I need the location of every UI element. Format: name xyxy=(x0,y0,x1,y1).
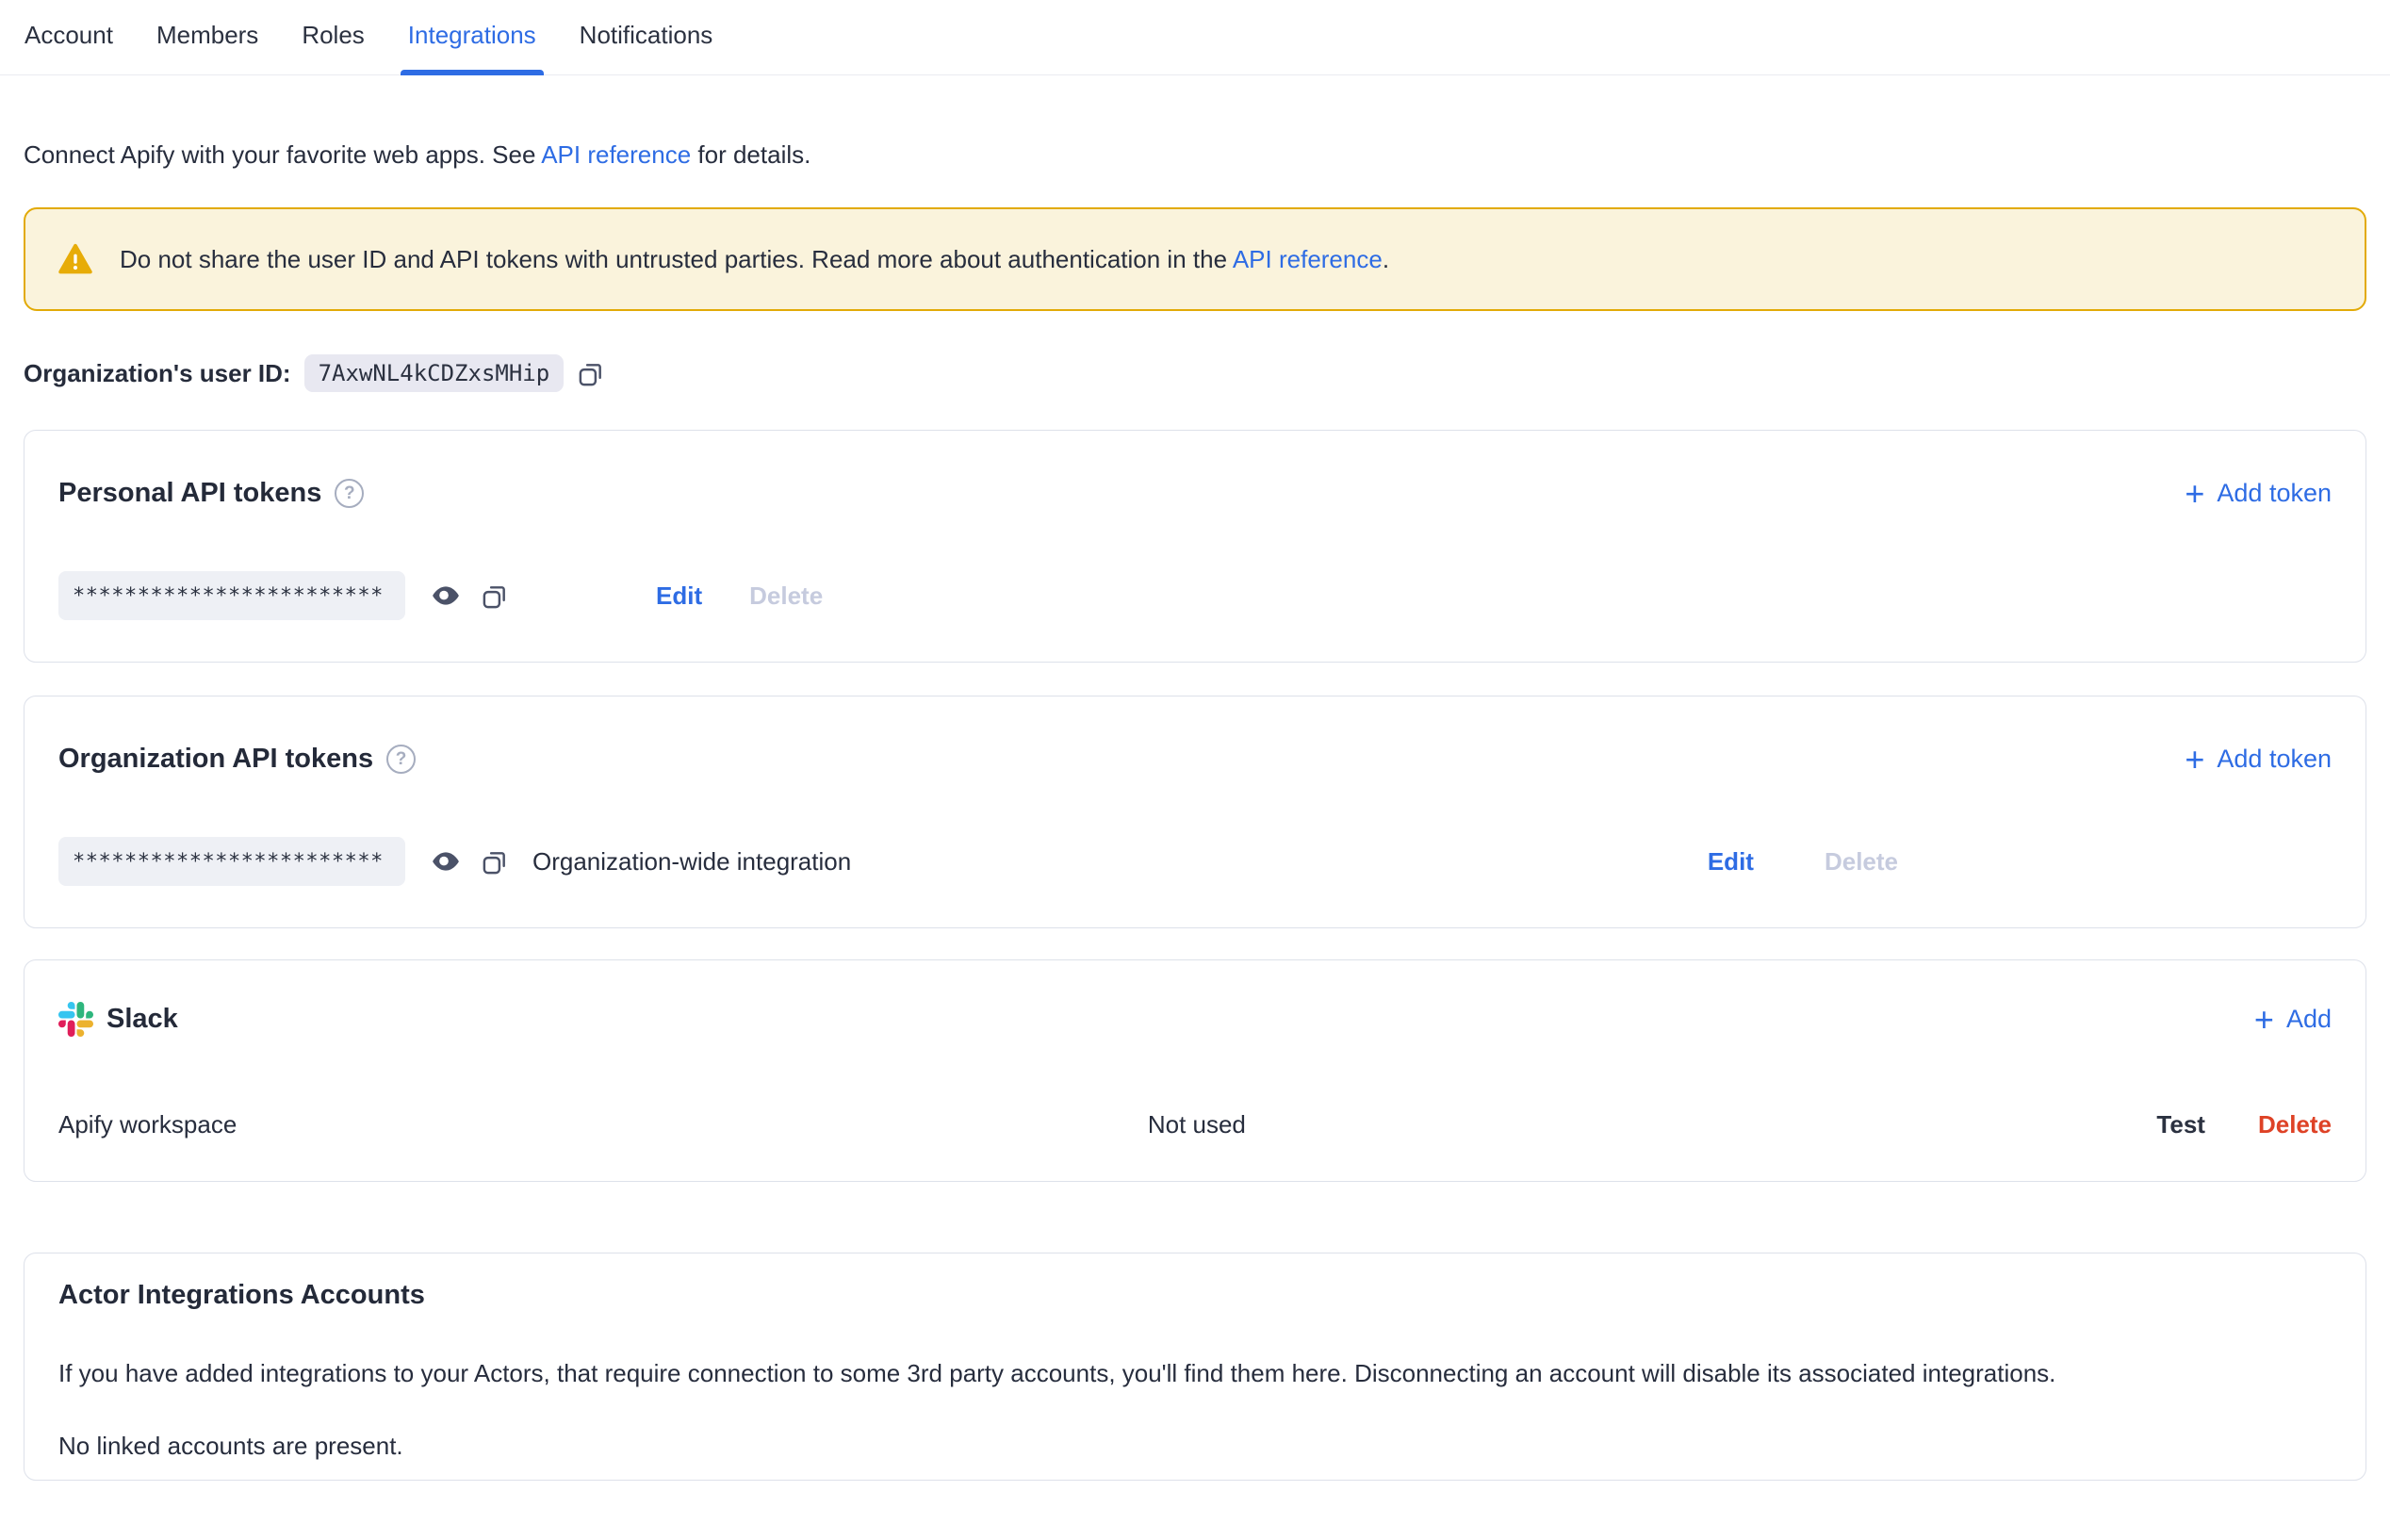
organization-api-tokens-card: Organization API tokens ? + Add token **… xyxy=(24,696,2366,928)
add-personal-token-button[interactable]: + Add token xyxy=(2185,479,2332,508)
copy-icon xyxy=(481,582,510,611)
copy-icon xyxy=(577,359,606,388)
copy-personal-token-button[interactable] xyxy=(481,582,510,611)
warning-banner: Do not share the user ID and API tokens … xyxy=(24,207,2366,311)
slack-header: Slack + Add xyxy=(58,1002,2332,1037)
api-reference-link[interactable]: API reference xyxy=(541,140,691,169)
personal-api-tokens-title: Personal API tokens ? xyxy=(58,478,364,509)
settings-tabbar: Account Members Roles Integrations Notif… xyxy=(0,0,2390,75)
organization-token-masked-value: ************************ xyxy=(58,837,405,886)
organization-api-tokens-title-text: Organization API tokens xyxy=(58,744,373,775)
warning-triangle-icon xyxy=(57,241,93,277)
organization-token-name: Organization-wide integration xyxy=(532,847,851,876)
personal-token-masked-value: ************************ xyxy=(58,571,405,620)
add-slack-button[interactable]: + Add xyxy=(2254,1005,2332,1034)
actor-integrations-empty-text: No linked accounts are present. xyxy=(58,1432,2332,1461)
warning-text-after: . xyxy=(1383,245,1389,273)
actor-integrations-description: If you have added integrations to your A… xyxy=(58,1354,2332,1392)
personal-api-tokens-header: Personal API tokens ? + Add token xyxy=(58,478,2332,509)
organization-api-tokens-header: Organization API tokens ? + Add token xyxy=(58,744,2332,775)
organization-user-id-row: Organization's user ID: 7AxwNL4kCDZxsMHi… xyxy=(24,354,2366,392)
copy-user-id-button[interactable] xyxy=(577,359,606,388)
organization-api-tokens-title: Organization API tokens ? xyxy=(58,744,416,775)
plus-icon: + xyxy=(2254,1007,2274,1032)
integrations-settings-page: Account Members Roles Integrations Notif… xyxy=(0,0,2390,1540)
delete-organization-token-button[interactable]: Delete xyxy=(1825,847,1898,876)
tab-integrations[interactable]: Integrations xyxy=(408,0,536,74)
tab-account[interactable]: Account xyxy=(25,0,113,74)
organization-user-id-value: 7AxwNL4kCDZxsMHip xyxy=(304,354,565,392)
tab-roles[interactable]: Roles xyxy=(302,0,364,74)
organization-token-row: ************************ Organization-wi… xyxy=(58,837,2332,886)
eye-icon xyxy=(430,845,462,877)
add-organization-token-label: Add token xyxy=(2217,745,2332,774)
copy-icon xyxy=(481,847,510,876)
slack-workspace-name: Apify workspace xyxy=(58,1110,237,1139)
add-personal-token-label: Add token xyxy=(2217,479,2332,508)
slack-usage-status: Not used xyxy=(237,1110,2156,1139)
eye-icon xyxy=(430,580,462,612)
slack-actions: Test Delete xyxy=(2156,1110,2332,1139)
edit-organization-token-button[interactable]: Edit xyxy=(1708,847,1754,876)
actor-integrations-card: Actor Integrations Accounts If you have … xyxy=(24,1253,2366,1481)
slack-integration-card: Slack + Add Apify workspace Not used Tes… xyxy=(24,959,2366,1182)
warning-text: Do not share the user ID and API tokens … xyxy=(120,245,1389,274)
plus-icon: + xyxy=(2185,481,2204,506)
slack-workspace-row: Apify workspace Not used Test Delete xyxy=(58,1110,2332,1139)
copy-organization-token-button[interactable] xyxy=(481,847,510,876)
tab-notifications[interactable]: Notifications xyxy=(580,0,713,74)
intro-text-before: Connect Apify with your favorite web app… xyxy=(24,140,541,169)
actor-integrations-title-text: Actor Integrations Accounts xyxy=(58,1280,425,1311)
slack-logo-icon xyxy=(58,1002,93,1037)
add-slack-label: Add xyxy=(2286,1005,2332,1034)
personal-api-tokens-card: Personal API tokens ? + Add token ******… xyxy=(24,430,2366,663)
test-slack-button[interactable]: Test xyxy=(2156,1110,2205,1139)
show-personal-token-button[interactable] xyxy=(430,580,462,612)
help-icon[interactable]: ? xyxy=(335,479,364,508)
personal-api-tokens-title-text: Personal API tokens xyxy=(58,478,321,509)
organization-user-id-label: Organization's user ID: xyxy=(24,359,291,388)
delete-slack-button[interactable]: Delete xyxy=(2258,1110,2332,1139)
show-organization-token-button[interactable] xyxy=(430,845,462,877)
edit-personal-token-button[interactable]: Edit xyxy=(656,582,702,611)
warning-text-before: Do not share the user ID and API tokens … xyxy=(120,245,1233,273)
organization-token-actions: Edit Delete xyxy=(1708,847,1898,876)
warning-api-reference-link[interactable]: API reference xyxy=(1233,245,1383,273)
intro-text: Connect Apify with your favorite web app… xyxy=(24,136,2366,173)
help-icon[interactable]: ? xyxy=(386,745,416,774)
plus-icon: + xyxy=(2185,746,2204,772)
actor-integrations-title: Actor Integrations Accounts xyxy=(58,1280,2332,1311)
tab-members[interactable]: Members xyxy=(156,0,258,74)
personal-token-row: ************************ Edit Delete xyxy=(58,571,2332,620)
slack-title-text: Slack xyxy=(106,1004,178,1035)
intro-text-after: for details. xyxy=(691,140,810,169)
delete-personal-token-button[interactable]: Delete xyxy=(749,582,823,611)
slack-title: Slack xyxy=(58,1002,178,1037)
add-organization-token-button[interactable]: + Add token xyxy=(2185,745,2332,774)
